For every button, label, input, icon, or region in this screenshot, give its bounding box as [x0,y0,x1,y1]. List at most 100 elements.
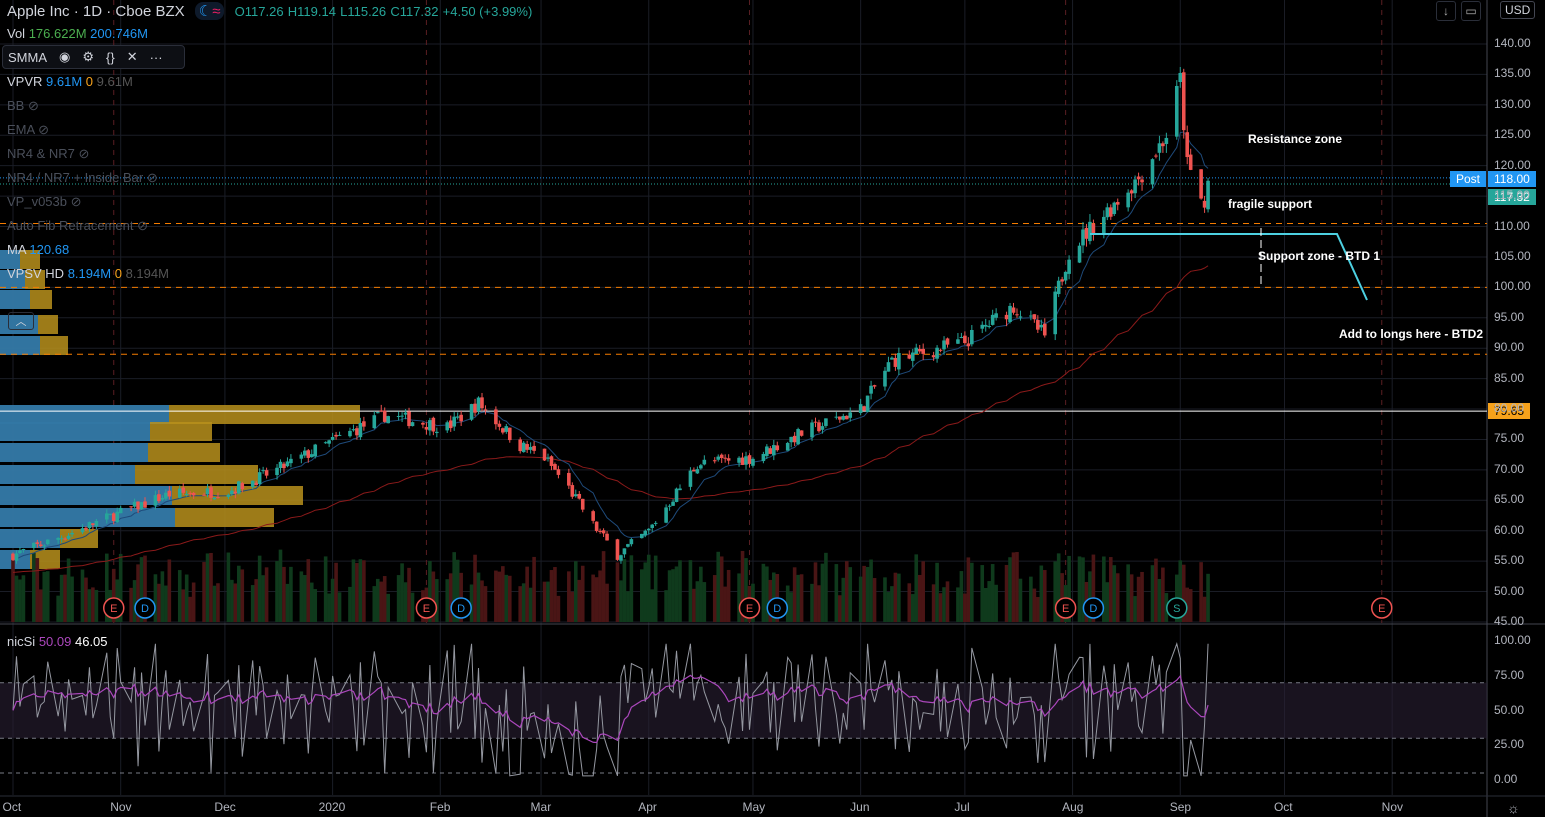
indicator-nr4-inside-bar[interactable]: NR4 / NR7 + Inside Bar ⊘ [7,170,158,186]
annotation-support[interactable]: Support zone - BTD 1 [1258,249,1380,263]
gear-icon[interactable]: ⚙ [82,49,94,65]
candle-body [278,461,283,469]
eye-icon[interactable]: ◉ [59,49,70,65]
fullscreen-icon[interactable]: ▭ [1461,1,1481,21]
volume-bar [646,554,651,622]
indicator-nr4-nr7[interactable]: NR4 & NR7 ⊘ [7,146,89,162]
candle-body [1178,72,1183,83]
price-axis-label: 85.00 [1494,370,1525,385]
candle-body [810,422,814,438]
candle-body [403,412,408,415]
candle-body [1056,280,1061,295]
candle-body [118,507,123,514]
price-chart[interactable]: EDEDEDEDSE [0,0,1545,817]
indicator-bb[interactable]: BB ⊘ [7,98,39,114]
candle-body [11,553,15,561]
candle-body [615,539,620,560]
indicator-vpsv[interactable]: VPSV HD 8.194M 0 8.194M [7,266,169,281]
event-marker-label: E [110,603,117,615]
candle-body [869,385,873,394]
candle-body [664,507,668,523]
eye-hidden-icon: ⊘ [137,218,148,233]
volume-bar [379,581,384,622]
candle-body [862,406,866,411]
candle-body [775,445,780,451]
volume-bar [914,554,919,622]
candle-body [507,427,512,441]
volume-bar [719,556,724,622]
volume-bar [285,583,290,622]
price-axis-label: 90.00 [1494,340,1525,355]
indicator-vp[interactable]: VP_v053b ⊘ [7,194,82,210]
candle-body [56,538,60,540]
indicator-ema[interactable]: EMA ⊘ [7,122,49,138]
volume-bar [963,593,967,622]
currency-button[interactable]: USD [1500,1,1536,19]
volume-bar [177,570,182,622]
candle-body [702,459,707,465]
annotation-fragile[interactable]: fragile support [1228,197,1312,211]
event-marker-label: E [1378,603,1385,615]
candle-body [963,335,967,344]
collapse-legend-button[interactable]: ︿ [8,312,34,330]
volume-bar [21,575,26,622]
scroll-down-icon[interactable]: ↓ [1436,1,1456,21]
volume-bar [1157,578,1162,622]
annotation-add-longs[interactable]: Add to longs here - BTD2 [1339,327,1483,341]
candle-body [792,435,797,443]
volume-bar [1039,565,1044,622]
candle-body [841,415,846,420]
candle-body [872,385,877,387]
indicator-ma[interactable]: MA 120.68 [7,242,69,257]
volume-bar [348,586,352,622]
annotation-resistance[interactable]: Resistance zone [1248,132,1342,146]
volume-bar [226,552,231,622]
candle-body [768,448,773,454]
candle-body [605,533,609,541]
volume-bar [337,592,342,622]
candle-body [747,455,752,464]
candle-body [844,415,849,420]
more-icon[interactable]: ··· [150,50,163,65]
volume-bar [678,560,682,622]
candle-body [257,472,262,485]
candle-body [1063,271,1068,281]
volume-bar [1105,582,1110,622]
candle-body [299,454,304,459]
candle-body [695,469,700,474]
candle-body [1188,154,1193,170]
smma-toolbar[interactable]: SMMA ◉ ⚙ {} ✕ ··· [2,45,185,69]
close-icon[interactable]: ✕ [127,49,138,65]
price-axis-label: 110.00 [1494,218,1530,233]
candle-body [712,460,717,462]
indicator-auto-fib[interactable]: Auto Fib Retracement ⊘ [7,218,148,234]
volume-bar [1202,596,1207,622]
source-code-icon[interactable]: {} [106,50,115,65]
candle-body [351,429,356,431]
volume-bar [942,587,946,622]
event-marker-label: E [746,603,753,615]
candle-body [671,501,675,506]
event-marker-label: E [423,603,430,615]
volume-bar [313,589,318,622]
candle-body [789,436,793,443]
candle-body [1126,192,1130,208]
candle-body [580,498,585,510]
indicator-vpvr[interactable]: VPVR 9.61M 0 9.61M [7,74,133,89]
volume-bar [1129,574,1134,622]
volume-bar [542,581,547,622]
volume-bar [278,549,283,622]
volume-bar [212,585,217,622]
volume-bar [1004,564,1009,622]
candle-body [448,420,453,429]
volume-bar [692,588,696,622]
settings-icon[interactable]: ☼ [1507,800,1520,816]
candle-body [1154,155,1158,157]
smma-label: SMMA [8,49,47,65]
candle-body [84,527,88,530]
candle-body [379,410,384,412]
volume-bar [799,574,804,622]
volume-bar [129,587,133,622]
volume-bar [1136,576,1141,622]
time-axis-label: Feb [429,800,451,814]
